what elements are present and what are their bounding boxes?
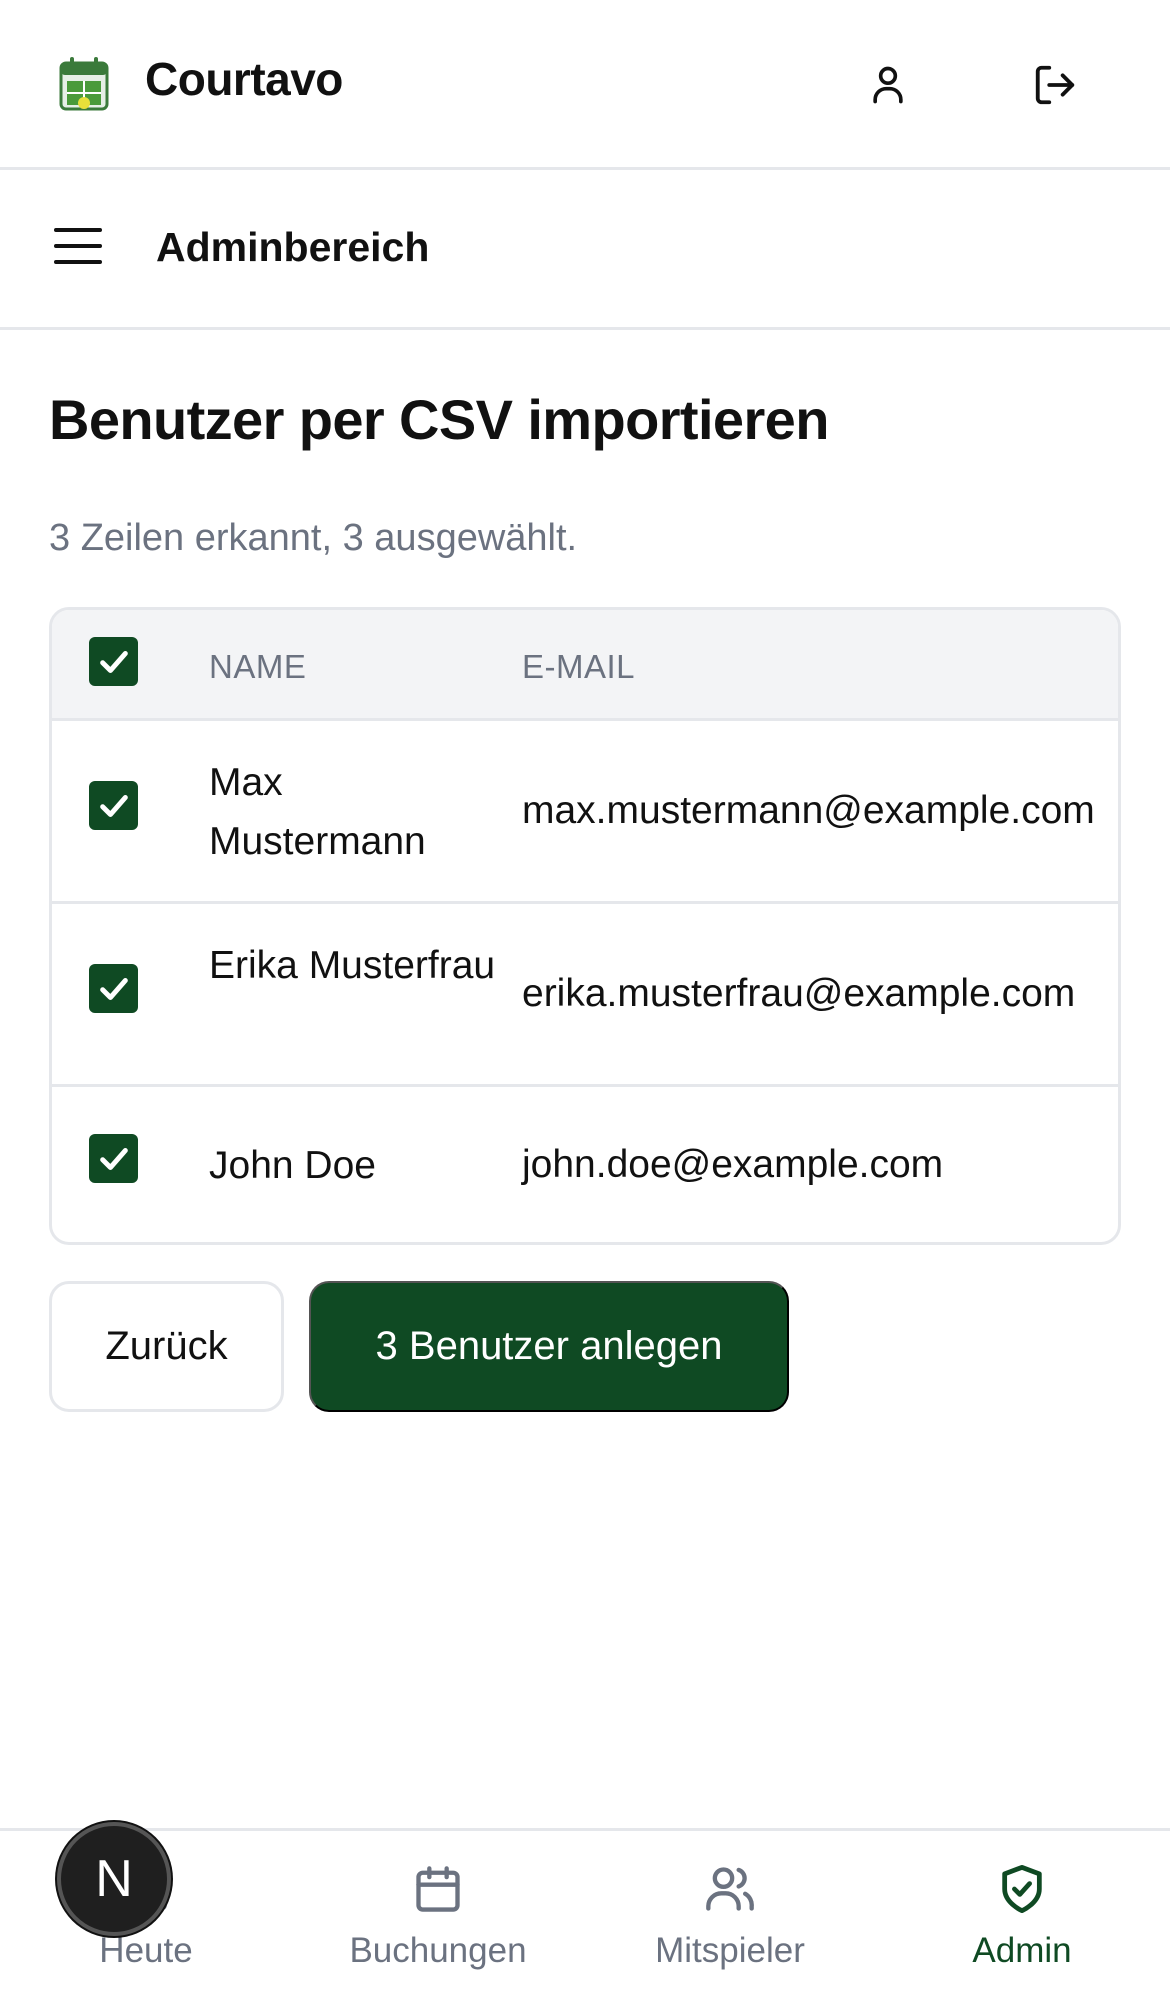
row-email: john.doe@example.com — [522, 1143, 944, 1186]
import-summary: 3 Zeilen erkannt, 3 ausgewählt. — [49, 517, 578, 559]
row-name: John Doe — [209, 1144, 376, 1187]
courtavo-logo-icon — [58, 55, 110, 113]
admin-subheader: Adminbereich — [0, 170, 1170, 330]
row-email: max.mustermann@example.com — [522, 789, 1095, 832]
nav-label: Heute — [99, 1931, 193, 1970]
shield-check-icon — [992, 1859, 1052, 1919]
create-users-button[interactable]: 3 Benutzer anlegen — [309, 1281, 789, 1412]
row-checkbox[interactable] — [89, 781, 138, 830]
nav-item-admin[interactable]: Admin — [876, 1831, 1168, 1992]
check-icon — [99, 650, 128, 673]
top-header: Courtavo — [0, 0, 1170, 170]
nav-label: Admin — [972, 1931, 1072, 1970]
check-icon — [99, 977, 128, 1000]
row-name: Max Mustermann — [209, 761, 426, 863]
user-icon — [873, 66, 903, 104]
row-email: erika.musterfrau@example.com — [522, 972, 1076, 1015]
select-all-checkbox[interactable] — [89, 637, 138, 686]
column-header-email: E-MAIL — [522, 648, 636, 685]
bottom-navigation: Heute Buchungen Mitspieler Admin — [0, 1828, 1170, 1992]
table-header: NAME E-MAIL — [52, 610, 1118, 721]
calendar-icon — [408, 1859, 468, 1919]
users-icon — [700, 1859, 760, 1919]
hamburger-menu-icon — [54, 228, 102, 264]
row-checkbox[interactable] — [89, 1134, 138, 1183]
check-icon — [99, 1147, 128, 1170]
nav-label: Mitspieler — [655, 1931, 805, 1970]
nav-item-mitspieler[interactable]: Mitspieler — [584, 1831, 876, 1992]
check-icon — [99, 794, 128, 817]
row-checkbox[interactable] — [89, 964, 138, 1013]
back-button[interactable]: Zurück — [49, 1281, 284, 1412]
app-root: Courtavo Adminbereich Benutzer per CSV i… — [0, 0, 1170, 1992]
logout-icon — [1035, 65, 1075, 105]
dev-tools-badge[interactable]: N — [57, 1822, 171, 1936]
table-row: Erika Musterfrau erika.musterfrau@exampl… — [52, 904, 1118, 1087]
nav-label: Buchungen — [349, 1931, 527, 1970]
import-table: NAME E-MAIL Max Mustermann max.musterman… — [49, 607, 1121, 1245]
app-name: Courtavo — [145, 53, 343, 105]
profile-button[interactable] — [853, 50, 923, 120]
table-row: Max Mustermann max.mustermann@example.co… — [52, 721, 1118, 904]
column-header-name: NAME — [209, 648, 307, 685]
row-name: Erika Musterfrau — [209, 944, 496, 987]
page-title: Benutzer per CSV importieren — [49, 388, 829, 451]
nav-item-buchungen[interactable]: Buchungen — [292, 1831, 584, 1992]
table-row: John Doe john.doe@example.com — [52, 1087, 1118, 1242]
menu-button[interactable] — [46, 216, 110, 276]
logout-button[interactable] — [1020, 50, 1090, 120]
section-title: Adminbereich — [156, 224, 430, 270]
